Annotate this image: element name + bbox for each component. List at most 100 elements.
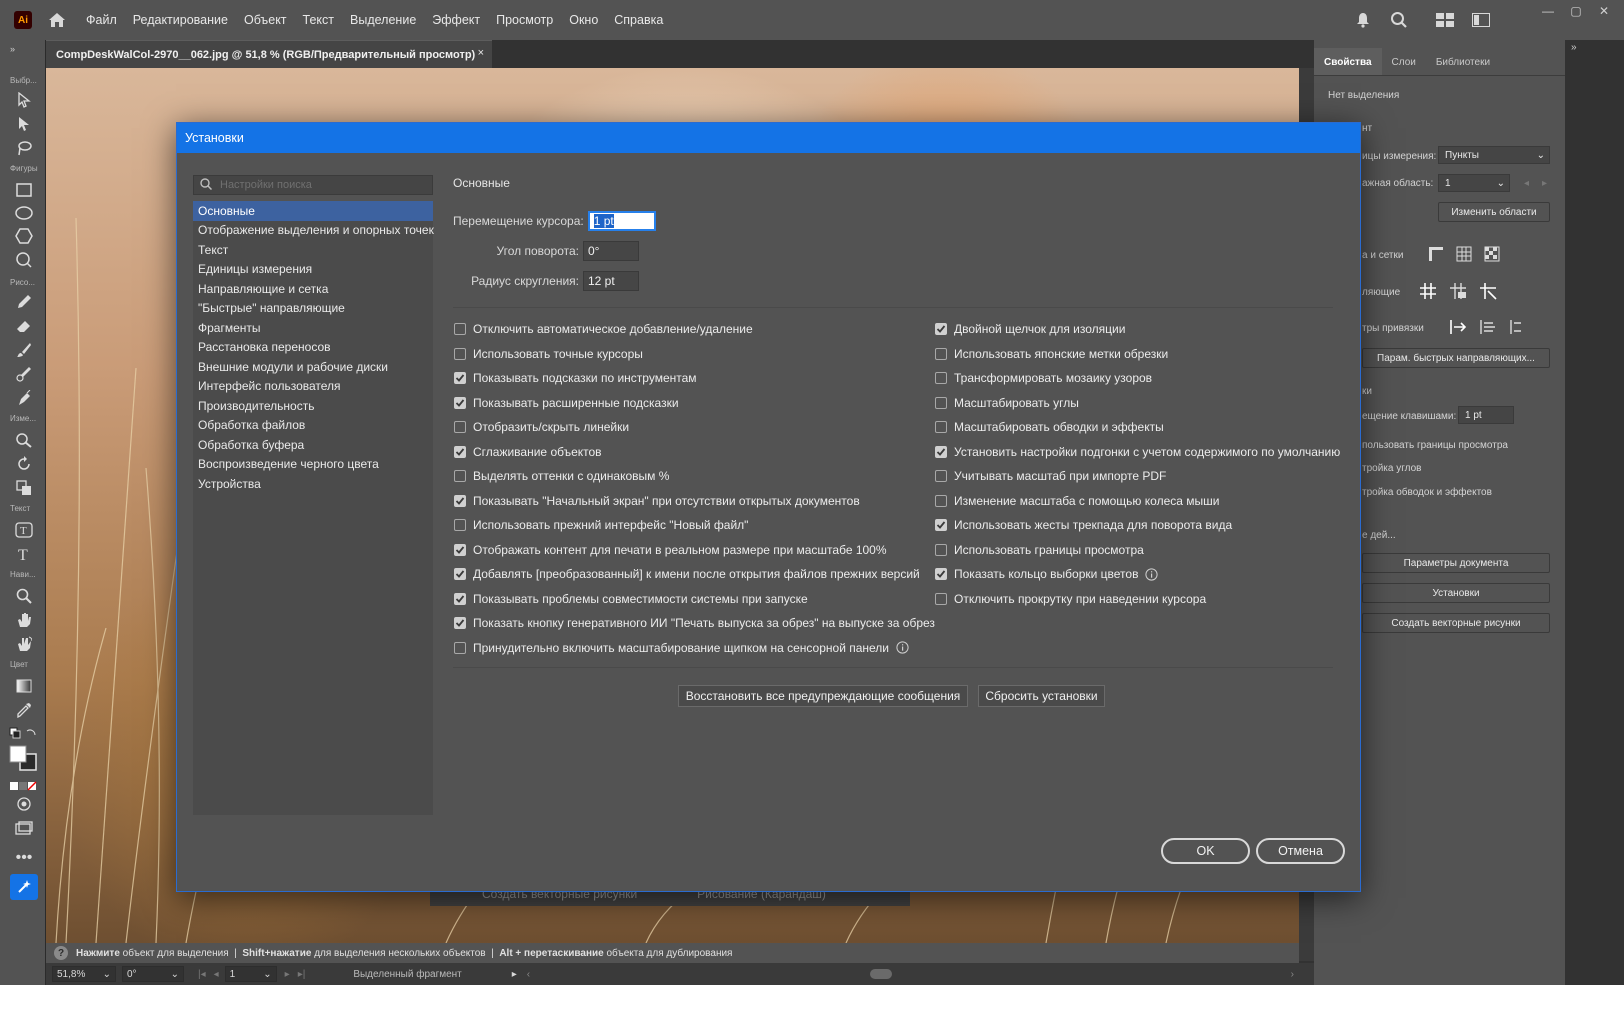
- right-checkbox-row[interactable]: Установить настройки подгонки с учетом с…: [935, 440, 1340, 465]
- checkbox-unchecked[interactable]: [454, 323, 466, 336]
- guides-icon[interactable]: [1418, 281, 1438, 301]
- checkbox-checked[interactable]: [454, 568, 466, 581]
- menu-file[interactable]: Файл: [86, 13, 117, 27]
- checkbox-checked[interactable]: [454, 494, 466, 507]
- help-icon[interactable]: ?: [54, 946, 68, 960]
- menu-edit[interactable]: Редактирование: [133, 13, 228, 27]
- color-mode-icon[interactable]: [8, 776, 38, 796]
- nav-general[interactable]: Основные: [193, 201, 433, 221]
- checkbox-unchecked[interactable]: [454, 519, 466, 532]
- zoom-select[interactable]: 51,8% ⌄: [52, 966, 116, 982]
- preferences-search[interactable]: [193, 175, 433, 195]
- menu-effect[interactable]: Эффект: [432, 13, 480, 27]
- workspace-layout-icon[interactable]: [1432, 7, 1458, 33]
- width-tool-icon[interactable]: [13, 430, 35, 450]
- preferences-button[interactable]: Установки: [1362, 583, 1550, 603]
- minimize-icon[interactable]: —: [1534, 0, 1562, 40]
- checkbox-unchecked[interactable]: [454, 347, 466, 360]
- cancel-button[interactable]: Отмена: [1256, 838, 1345, 864]
- blob-brush-tool-icon[interactable]: [13, 364, 35, 384]
- nav-devices[interactable]: Устройства: [193, 474, 433, 494]
- scroll-right-icon[interactable]: ›: [1291, 969, 1294, 980]
- nav-hyphenation[interactable]: Расстановка переносов: [193, 338, 433, 358]
- smart-guides-icon[interactable]: [1478, 281, 1498, 301]
- checkbox-checked[interactable]: [454, 445, 466, 458]
- checkbox-unchecked[interactable]: [454, 470, 466, 483]
- checkbox-checked[interactable]: [454, 372, 466, 385]
- transparency-grid-icon[interactable]: [1482, 244, 1502, 264]
- tab-layers[interactable]: Слои: [1382, 48, 1426, 75]
- units-select[interactable]: Пункты ⌄: [1438, 146, 1550, 164]
- rectangle-tool-icon[interactable]: [13, 180, 35, 200]
- pen-tool-icon[interactable]: [13, 388, 35, 408]
- checkbox-unchecked[interactable]: [935, 372, 947, 385]
- hand-tool-icon[interactable]: [13, 610, 35, 630]
- checkbox-unchecked[interactable]: [935, 421, 947, 434]
- checkbox-checked[interactable]: [454, 543, 466, 556]
- eraser-tool-icon[interactable]: [13, 316, 35, 336]
- checkbox-unchecked[interactable]: [935, 470, 947, 483]
- generative-ai-icon[interactable]: [10, 874, 38, 900]
- rotation-select[interactable]: 0° ⌄: [122, 966, 184, 982]
- right-checkbox-row[interactable]: Изменение масштаба с помощью колеса мыши: [935, 489, 1340, 514]
- menu-select[interactable]: Выделение: [350, 13, 416, 27]
- close-icon[interactable]: ✕: [1590, 0, 1618, 40]
- menu-window[interactable]: Окно: [569, 13, 598, 27]
- search-input[interactable]: [220, 179, 420, 191]
- document-tab[interactable]: CompDeskWalCol-2970__062.jpg @ 51,8 % (R…: [46, 40, 492, 68]
- dock-expand-icon[interactable]: »: [1571, 42, 1577, 53]
- right-checkbox-row[interactable]: Использовать жесты трекпада для поворота…: [935, 513, 1340, 538]
- prev-icon[interactable]: ◂: [1524, 178, 1529, 189]
- checkbox-checked[interactable]: [454, 396, 466, 409]
- checkbox-checked[interactable]: [454, 592, 466, 605]
- shaper-tool-icon[interactable]: [13, 250, 35, 270]
- left-checkbox-row[interactable]: Показывать подсказки по инструментам: [454, 366, 935, 391]
- snap-to-point-icon[interactable]: [1448, 317, 1468, 337]
- info-icon[interactable]: [896, 641, 909, 654]
- preview-bounds-label[interactable]: пользовать границы просмотра: [1362, 440, 1508, 451]
- nav-selection-display[interactable]: Отображение выделения и опорных точек: [193, 221, 434, 241]
- document-tab-close-icon[interactable]: ×: [478, 47, 484, 59]
- nav-clipboard-handling[interactable]: Обработка буфера: [193, 435, 433, 455]
- left-checkbox-row[interactable]: Показывать расширенные подсказки: [454, 391, 935, 416]
- polygon-tool-icon[interactable]: [13, 226, 35, 246]
- right-checkbox-row[interactable]: Отключить прокрутку при наведении курсор…: [935, 587, 1340, 612]
- checkbox-unchecked[interactable]: [935, 543, 947, 556]
- nav-smart-guides[interactable]: "Быстрые" направляющие: [193, 299, 433, 319]
- left-checkbox-row[interactable]: Использовать точные курсоры: [454, 342, 935, 367]
- menu-help[interactable]: Справка: [614, 13, 663, 27]
- smart-guides-options-button[interactable]: Парам. быстрых направляющих...: [1362, 348, 1550, 368]
- left-checkbox-row[interactable]: Использовать прежний интерфейс "Новый фа…: [454, 513, 935, 538]
- left-checkbox-row[interactable]: Выделять оттенки с одинаковым %: [454, 464, 935, 489]
- zoom-tool-icon[interactable]: [13, 586, 35, 606]
- right-checkbox-row[interactable]: Трансформировать мозаику узоров: [935, 366, 1340, 391]
- nav-user-interface[interactable]: Интерфейс пользователя: [193, 377, 433, 397]
- artboard-select[interactable]: 1 ⌄: [224, 966, 277, 982]
- checkbox-checked[interactable]: [935, 519, 947, 532]
- checkbox-unchecked[interactable]: [935, 347, 947, 360]
- constrain-angle-input[interactable]: 0°: [583, 241, 639, 261]
- status-menu-icon[interactable]: ▸: [512, 969, 517, 980]
- default-colors-icon[interactable]: [8, 724, 38, 744]
- left-checkbox-row[interactable]: Показывать проблемы совместимости систем…: [454, 587, 935, 612]
- left-checkbox-row[interactable]: Показать кнопку генеративного ИИ "Печать…: [454, 611, 935, 636]
- maximize-icon[interactable]: ▢: [1562, 0, 1590, 40]
- tab-libraries[interactable]: Библиотеки: [1426, 48, 1500, 75]
- toolbar-collapse-icon[interactable]: »: [10, 44, 15, 54]
- artboard-select-panel[interactable]: 1 ⌄: [1438, 174, 1510, 192]
- menu-type[interactable]: Текст: [303, 13, 334, 27]
- reset-preferences-button[interactable]: Сбросить установки: [978, 685, 1105, 707]
- rulers-icon[interactable]: [1426, 244, 1446, 264]
- tab-properties[interactable]: Свойства: [1314, 48, 1382, 75]
- ok-button[interactable]: OK: [1161, 838, 1250, 864]
- right-checkbox-row[interactable]: Масштабировать обводки и эффекты: [935, 415, 1340, 440]
- horizontal-scroll-thumb[interactable]: [870, 969, 893, 979]
- left-checkbox-row[interactable]: Показывать "Начальный экран" при отсутст…: [454, 489, 935, 514]
- screen-mode-icon[interactable]: [13, 818, 35, 838]
- vectorize-button[interactable]: Создать векторные рисунки: [1362, 613, 1550, 633]
- gradient-tool-icon[interactable]: [13, 676, 35, 696]
- pencil-tool-icon[interactable]: [13, 292, 35, 312]
- keyboard-increment-input[interactable]: 1 pt: [587, 211, 656, 231]
- left-checkbox-row[interactable]: Отобразить/скрыть линейки: [454, 415, 935, 440]
- home-icon[interactable]: [46, 10, 68, 30]
